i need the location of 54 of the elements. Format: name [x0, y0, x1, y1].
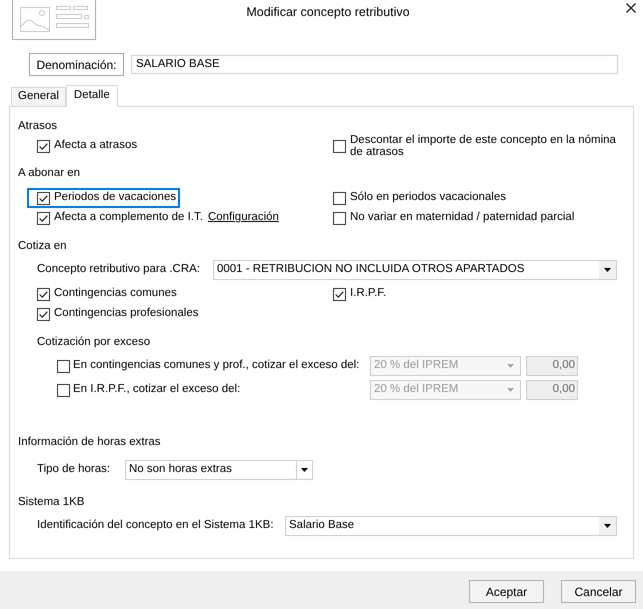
cancel-button[interactable]: Cancelar — [561, 580, 636, 603]
accept-button[interactable]: Aceptar — [469, 580, 544, 603]
window-title: Modificar concepto retributivo — [246, 4, 410, 20]
checkmark-icon — [39, 290, 48, 298]
section-title: Cotiza en — [18, 239, 67, 254]
caret-down-icon — [507, 364, 514, 368]
checkbox-label: En contingencias comunes y prof., cotizar el exceso del: — [73, 358, 360, 374]
checkbox-label: Contingencias profesionales — [54, 306, 198, 322]
text-field[interactable]: SALARIO BASE — [131, 55, 618, 74]
dropdown[interactable]: 0001 - RETRIBUCION NO INCLUIDA OTROS APARTADOS — [213, 260, 617, 280]
checkbox-label: Descontar el importe de este concepto en la nómina de atrasos — [350, 134, 617, 158]
section-title: Atrasos — [18, 119, 57, 134]
close-icon[interactable] — [626, 3, 636, 13]
checkmark-icon — [39, 214, 48, 222]
section-title: A abonar en — [18, 166, 80, 181]
checkmark-icon — [39, 142, 48, 150]
checkbox[interactable] — [37, 140, 50, 152]
section-title: Sistema 1KB — [18, 495, 84, 510]
checkmark-icon — [39, 194, 48, 202]
checkbox-label: Periodos de vacaciones — [54, 190, 176, 206]
dropdown-button[interactable] — [599, 517, 616, 535]
section-title: Cotización por exceso — [37, 335, 150, 350]
checkbox-label: En I.R.P.F., cotizar el exceso del: — [73, 382, 240, 398]
field-label: Concepto retributivo para .CRA: — [37, 262, 201, 278]
dropdown-button[interactable] — [599, 261, 616, 279]
checkbox[interactable] — [333, 212, 346, 224]
field-label: Identificación del concepto en el Sistema 1KB: — [37, 518, 275, 534]
checkbox[interactable] — [37, 288, 50, 300]
checkbox-label: Contingencias comunes — [54, 286, 177, 302]
field-label: Denominación: — [29, 53, 124, 76]
checkbox[interactable] — [333, 140, 346, 152]
field-label: Tipo de horas: — [37, 462, 112, 478]
caret-down-icon — [507, 388, 514, 392]
caret-down-icon — [301, 468, 308, 472]
checkbox[interactable] — [333, 192, 346, 204]
checkmark-icon — [39, 310, 48, 318]
checkbox-label: Sólo en periodos vacacionales — [350, 190, 506, 206]
checkmark-icon — [335, 290, 344, 298]
checkbox-label: I.R.P.F. — [350, 286, 386, 302]
section-title: Información de horas extras — [18, 435, 161, 450]
checkbox[interactable] — [333, 288, 346, 300]
checkbox[interactable] — [37, 308, 50, 320]
checkbox-label: Afecta a atrasos — [54, 138, 138, 154]
tab[interactable]: Detalle — [66, 85, 118, 107]
caret-down-icon — [604, 524, 611, 528]
dropdown[interactable]: Salario Base — [285, 516, 617, 536]
checkbox[interactable] — [37, 192, 50, 204]
tab[interactable]: General — [11, 87, 66, 106]
checkbox[interactable] — [37, 212, 50, 224]
checkbox-label: No variar en maternidad / paternidad parcial — [350, 210, 574, 226]
caret-down-icon — [604, 268, 611, 272]
configuration-link[interactable]: Configuración — [208, 209, 279, 227]
checkbox-label: Afecta a complemento de I.T. — [54, 210, 203, 226]
dropdown[interactable]: No son horas extras — [125, 460, 313, 480]
